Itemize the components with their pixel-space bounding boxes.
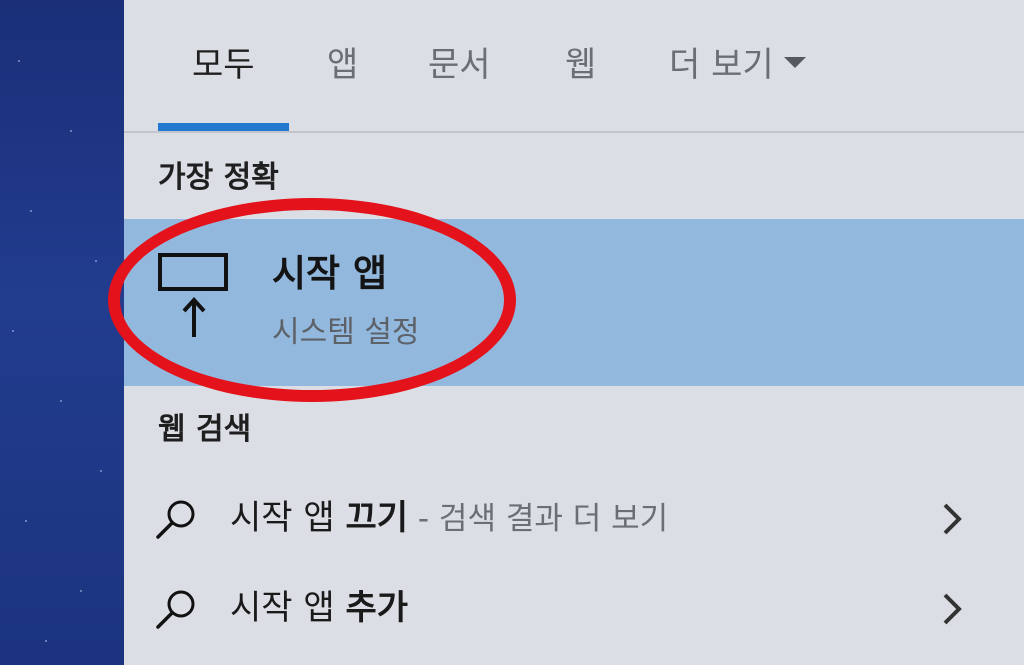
desktop-background — [0, 0, 124, 665]
tab-all[interactable]: 모두 — [192, 40, 255, 90]
tab-documents[interactable]: 문서 — [428, 40, 491, 90]
chevron-right-icon[interactable] — [940, 501, 964, 537]
web-result-text: 시작 앱 끄기 - 검색 결과 더 보기 — [230, 493, 668, 544]
tab-more[interactable]: 더 보기 — [669, 40, 806, 90]
chevron-right-icon[interactable] — [940, 591, 964, 627]
web-search-heading: 웹 검색 — [158, 412, 252, 447]
best-match-subtitle: 시스템 설정 — [272, 315, 420, 350]
web-result-suffix: - 검색 결과 더 보기 — [408, 501, 669, 537]
search-results-panel: 모두 앱 문서 웹 더 보기 가장 정확 시작 앱 시스템 설정 웹 검색 시작… — [124, 0, 1024, 665]
tab-more-label: 더 보기 — [669, 45, 774, 85]
tab-apps[interactable]: 앱 — [327, 40, 358, 90]
search-icon — [156, 500, 195, 539]
web-result-row[interactable]: 시작 앱 끄기 - 검색 결과 더 보기 — [124, 475, 1024, 563]
web-result-row[interactable]: 시작 앱 추가 — [124, 565, 1024, 653]
web-result-query: 시작 앱 — [230, 588, 346, 628]
search-icon — [156, 590, 195, 629]
web-result-query: 시작 앱 — [230, 498, 346, 538]
tab-web[interactable]: 웹 — [565, 40, 596, 90]
display-arrow-icon — [158, 253, 228, 337]
tab-apps-label: 앱 — [327, 45, 359, 85]
best-match-title: 시작 앱 — [272, 252, 388, 295]
tabs-divider — [124, 131, 1024, 133]
tab-web-label: 웹 — [565, 45, 597, 85]
best-match-result[interactable]: 시작 앱 시스템 설정 — [124, 219, 1024, 386]
filter-tabs: 모두 앱 문서 웹 더 보기 — [124, 0, 1024, 133]
caret-down-icon — [783, 57, 806, 68]
web-result-query-bold: 끄기 — [345, 498, 409, 538]
web-result-query-bold: 추가 — [345, 588, 409, 628]
web-result-text: 시작 앱 추가 — [230, 583, 408, 633]
tab-documents-label: 문서 — [428, 45, 491, 85]
best-match-heading: 가장 정확 — [158, 160, 279, 195]
tab-all-label: 모두 — [192, 45, 255, 85]
